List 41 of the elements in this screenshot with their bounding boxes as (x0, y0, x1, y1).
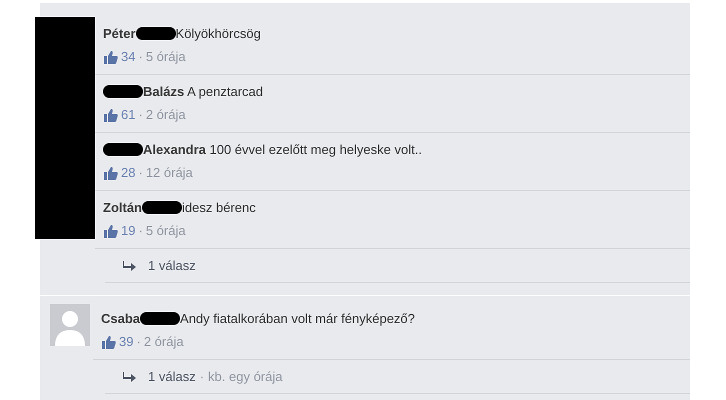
author-name[interactable]: Zoltán (103, 200, 142, 215)
like-icon[interactable] (103, 50, 118, 64)
like-icon[interactable] (101, 334, 116, 348)
redaction-bar (140, 312, 180, 325)
timestamp[interactable]: 2 órája (146, 107, 186, 122)
comment-text: Andy fiatalkorában volt már fényképező? (180, 311, 415, 326)
timestamp[interactable]: 5 órája (146, 223, 186, 238)
comment-text: A penztarcad (186, 84, 263, 99)
separator-dot: · (200, 369, 204, 384)
comment-text: Kölyökhörcsög (176, 26, 261, 41)
author-name[interactable]: Alexandra (143, 142, 206, 157)
reply-timestamp: kb. egy órája (208, 369, 282, 384)
replies-link[interactable]: 1 válasz (148, 369, 196, 384)
comment-text: 100 évvel ezelőtt meg helyeske volt.. (208, 142, 422, 157)
author-name[interactable]: Balázs (143, 84, 184, 99)
like-count[interactable]: 19 (121, 223, 136, 238)
redaction-bar (142, 201, 182, 214)
author-name[interactable]: Péter (103, 26, 136, 41)
reply-arrow-icon (123, 260, 136, 270)
separator-dot: · (138, 223, 143, 238)
timestamp[interactable]: 2 órája (144, 334, 184, 349)
redaction-bar (103, 143, 143, 156)
timestamp[interactable]: 12 órája (146, 165, 193, 180)
separator-dot: · (138, 165, 143, 180)
like-count[interactable]: 39 (119, 334, 134, 349)
reply-arrow-icon (123, 372, 136, 382)
like-count[interactable]: 34 (121, 49, 136, 64)
like-icon[interactable] (103, 224, 118, 238)
like-icon[interactable] (103, 166, 118, 180)
redaction-bar (103, 85, 143, 98)
separator-dot: · (138, 107, 143, 122)
like-count[interactable]: 61 (121, 107, 136, 122)
redaction-bar (136, 27, 176, 40)
author-name[interactable]: Csaba (101, 311, 140, 326)
separator-dot: · (136, 334, 141, 349)
comment-text: idesz bérenc (182, 200, 256, 215)
timestamp[interactable]: 5 órája (146, 49, 186, 64)
like-count[interactable]: 28 (121, 165, 136, 180)
like-icon[interactable] (103, 108, 118, 122)
replies-link[interactable]: 1 válasz (148, 258, 196, 273)
separator-dot: · (138, 49, 143, 64)
